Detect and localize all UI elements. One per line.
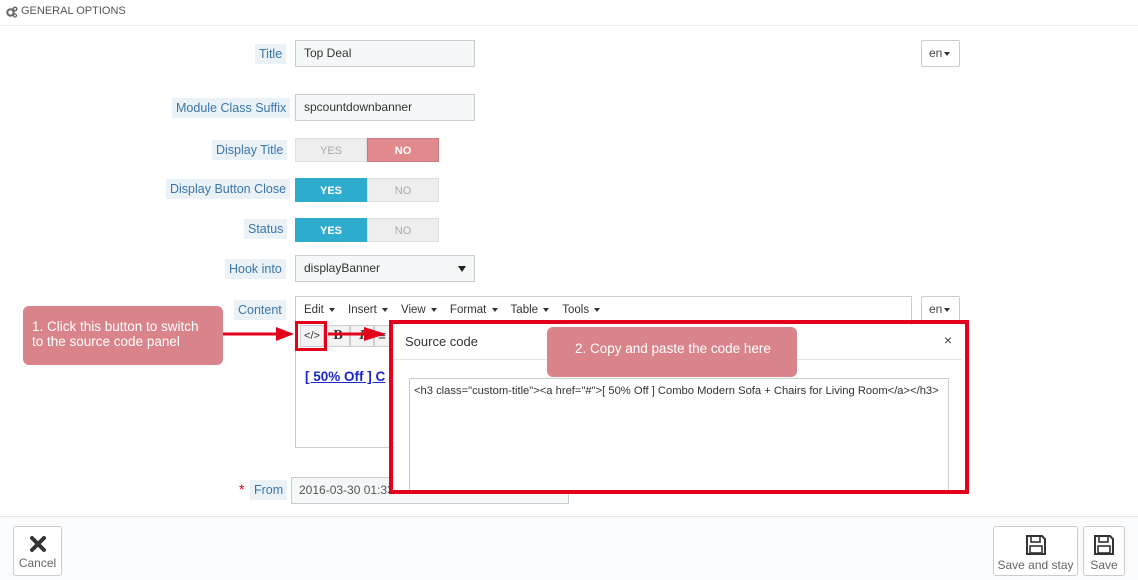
language-dropdown[interactable]: en (921, 40, 960, 67)
suffix-input[interactable]: spcountdownbanner (295, 94, 475, 121)
editor-content-link: [ 50% Off ] C (305, 369, 386, 384)
title-label: Title (255, 44, 287, 64)
required-asterisk: * (239, 481, 245, 497)
status-label: Status (244, 219, 288, 239)
floppy-disk-icon (1094, 535, 1114, 555)
cancel-label: Cancel (18, 556, 57, 570)
chevron-down-icon (594, 307, 601, 312)
arrowhead-icon (364, 327, 386, 341)
content-language-dropdown[interactable]: en (921, 296, 960, 323)
close-icon (29, 536, 46, 552)
panel-title: GENERAL OPTIONS (21, 5, 126, 17)
hook-selected-value: displayBanner (304, 261, 381, 275)
display-title-label: Display Title (212, 140, 288, 160)
menu-format-label: Format (449, 304, 487, 316)
chevron-down-icon (944, 307, 951, 312)
save-label: Save (1090, 558, 1118, 572)
language-code: en (929, 46, 943, 60)
from-label: From (250, 480, 288, 500)
chevron-down-icon (543, 307, 550, 312)
display-title-no[interactable]: NO (367, 138, 439, 162)
chevron-down-icon (430, 307, 437, 312)
menu-view-label: View (401, 304, 426, 316)
display-button-close-toggle[interactable]: YES NO (295, 178, 439, 202)
form-footer (0, 516, 1138, 580)
chevron-down-icon (382, 307, 388, 312)
chevron-down-icon (944, 51, 951, 56)
floppy-disk-icon (1025, 535, 1046, 555)
menu-tools-label: Tools (562, 304, 590, 316)
menu-insert[interactable]: Insert (348, 297, 388, 323)
annotation-arrows (222, 327, 386, 341)
suffix-label: Module Class Suffix (172, 98, 291, 118)
menu-edit[interactable]: Edit (304, 297, 336, 323)
arrowhead-icon (276, 327, 294, 341)
chevron-down-icon (329, 307, 336, 312)
display-button-close-no[interactable]: NO (367, 178, 439, 202)
display-title-yes[interactable]: YES (295, 138, 367, 162)
step-1-line-2: to the source code panel (32, 334, 180, 349)
caret-down-icon (458, 266, 466, 272)
gears-icon (6, 6, 18, 18)
hook-select[interactable]: displayBanner (295, 255, 475, 282)
display-button-close-label: Display Button Close (166, 179, 291, 199)
status-yes[interactable]: YES (295, 218, 367, 242)
content-language-code: en (929, 302, 943, 316)
panel-header: GENERAL OPTIONS (0, 0, 1138, 26)
step-1-callout: 1. Click this button to switch to the so… (23, 306, 223, 365)
save-and-stay-button[interactable]: Save and stay (993, 526, 1078, 576)
save-button[interactable]: Save (1083, 526, 1125, 576)
display-title-toggle[interactable]: YES NO (295, 138, 439, 162)
save-and-stay-label: Save and stay (997, 558, 1074, 572)
menu-edit-label: Edit (304, 304, 324, 316)
chevron-down-icon (491, 307, 498, 312)
menu-table-label: Table (510, 304, 539, 316)
menu-insert-label: Insert (348, 304, 377, 316)
cancel-button[interactable]: Cancel (13, 526, 62, 576)
status-toggle[interactable]: YES NO (295, 218, 439, 242)
display-button-close-yes[interactable]: YES (295, 178, 367, 202)
status-no[interactable]: NO (367, 218, 439, 242)
step-2-callout: 2. Copy and paste the code here (547, 327, 797, 377)
title-input[interactable]: Top Deal (295, 40, 475, 67)
content-label: Content (234, 300, 286, 320)
step-1-line-1: 1. Click this button to switch (32, 319, 199, 334)
hook-label: Hook into (225, 259, 286, 279)
